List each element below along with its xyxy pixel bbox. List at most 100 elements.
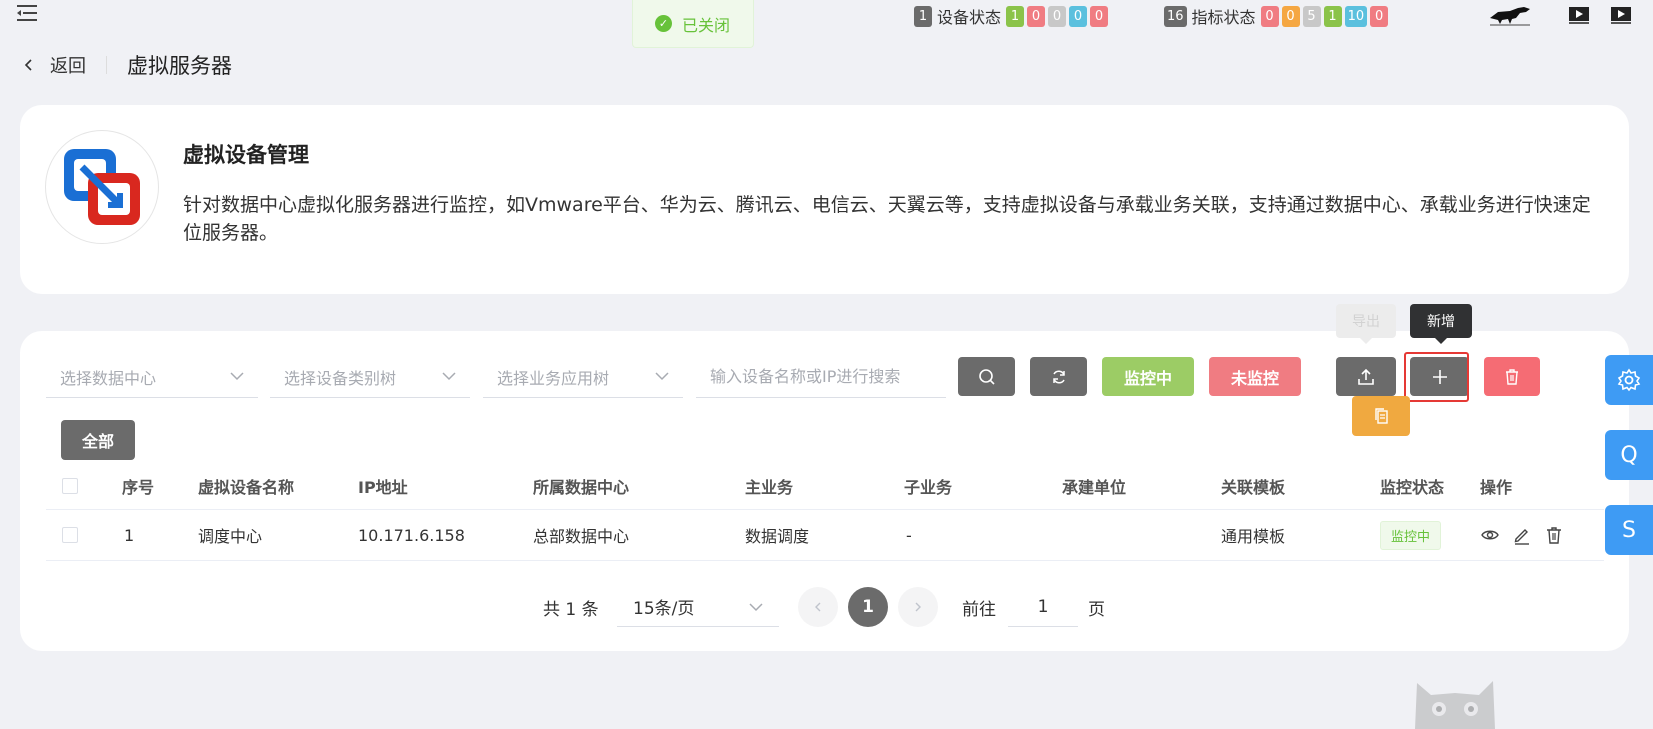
next-page-button[interactable]: [898, 587, 938, 627]
video-play-icon[interactable]: [1610, 6, 1632, 24]
metric-status-label: 指标状态: [1191, 8, 1256, 27]
search-button[interactable]: [958, 357, 1015, 396]
main-business-cell: 数据调度: [745, 527, 810, 546]
edit-icon[interactable]: [1512, 525, 1532, 545]
trash-icon: [1506, 368, 1518, 385]
datacenter-select[interactable]: 选择数据中心: [46, 356, 258, 398]
refresh-button[interactable]: [1030, 357, 1087, 396]
metric-count-badge: 5: [1302, 5, 1321, 27]
page-size-value: 15条/页: [633, 599, 695, 619]
eye-icon[interactable]: [1480, 525, 1500, 545]
monitoring-filter-button[interactable]: 监控中: [1102, 357, 1194, 396]
device-count-badge: 0: [1069, 5, 1088, 27]
column-header: 监控状态: [1380, 477, 1445, 497]
s-side-button[interactable]: S: [1605, 505, 1653, 555]
video-play-icon[interactable]: [1568, 6, 1590, 24]
breadcrumb-divider: [106, 56, 107, 74]
toast-text: 已关闭: [682, 15, 731, 35]
back-link[interactable]: 返回: [50, 52, 86, 78]
page-size-select[interactable]: 15条/页: [617, 587, 779, 627]
add-tooltip: 新增: [1410, 304, 1472, 344]
column-header: 序号: [122, 477, 155, 497]
gear-icon: [1617, 368, 1641, 392]
ip-address: 10.171.6.158: [358, 525, 465, 545]
info-card: 虚拟设备管理 针对数据中心虚拟化服务器进行监控，如Vmware平台、华为云、腾讯…: [20, 105, 1629, 294]
export-button[interactable]: [1336, 357, 1396, 396]
search-input-wrapper: [696, 356, 946, 398]
page-title: 虚拟服务器: [127, 54, 232, 78]
chevron-down-icon: [655, 372, 669, 381]
device-name: 调度中心: [198, 527, 263, 546]
vmware-logo-icon: [45, 130, 159, 244]
chevron-down-icon: [230, 372, 244, 381]
pagination-total: 共 1 条: [543, 599, 599, 620]
datacenter-select-placeholder: 选择数据中心: [60, 368, 157, 388]
device-count-badge: 0: [1048, 5, 1067, 27]
column-header: 所属数据中心: [533, 477, 630, 497]
device-status-label: 设备状态: [937, 8, 1002, 27]
cat-mascot-icon: [1415, 681, 1495, 729]
dinosaur-logo-icon: [1490, 7, 1530, 26]
column-header: 虚拟设备名称: [198, 477, 295, 497]
row-checkbox[interactable]: [62, 527, 78, 543]
device-total-badge: 1: [914, 5, 932, 27]
select-all-checkbox[interactable]: [62, 477, 78, 494]
chevron-right-icon: [915, 602, 921, 612]
top-bar: ✓ 已关闭 1 设备状态 1 0 0 0 0 16 指标状态 0 0 5 1 1…: [0, 0, 1653, 48]
breadcrumb: 返回 虚拟服务器: [22, 50, 232, 80]
chevron-left-icon: [815, 602, 821, 612]
all-filter-button[interactable]: 全部: [61, 420, 135, 460]
upload-icon: [1358, 368, 1374, 385]
device-count-badge: 0: [1090, 5, 1109, 27]
goto-page-input[interactable]: 1: [1008, 587, 1078, 627]
business-select[interactable]: 选择业务应用树: [483, 356, 683, 398]
goto-label: 前往: [962, 599, 996, 620]
refresh-icon: [1052, 369, 1065, 384]
row-index: 1: [124, 525, 135, 545]
prev-page-button[interactable]: [798, 587, 838, 627]
info-title: 虚拟设备管理: [183, 143, 309, 167]
not-monitoring-filter-button[interactable]: 未监控: [1209, 357, 1301, 396]
column-header: 承建单位: [1062, 477, 1127, 497]
toast-closed: ✓ 已关闭: [632, 0, 754, 48]
column-header: 操作: [1480, 477, 1513, 497]
device-type-select[interactable]: 选择设备类别树: [270, 356, 470, 398]
metric-count-badge: 10: [1344, 5, 1368, 27]
page-unit-label: 页: [1088, 599, 1105, 620]
chevron-down-icon: [749, 603, 763, 612]
copy-icon: [1375, 408, 1388, 424]
export-tooltip: 导出: [1336, 304, 1396, 344]
success-check-icon: ✓: [655, 15, 672, 32]
device-count-badge: 0: [1027, 5, 1046, 27]
sub-business-cell: -: [906, 525, 912, 545]
trash-icon[interactable]: [1544, 525, 1564, 545]
chevron-left-icon[interactable]: [22, 58, 36, 72]
metric-total-badge: 16: [1164, 5, 1187, 27]
chevron-down-icon: [442, 372, 456, 381]
metric-status-group[interactable]: 16 指标状态 0 0 5 1 10 0: [1164, 5, 1391, 27]
status-badge: 监控中: [1380, 520, 1442, 550]
column-header: 主业务: [745, 477, 794, 497]
current-page-button[interactable]: 1: [848, 587, 888, 627]
datacenter-cell: 总部数据中心: [533, 527, 630, 546]
column-header: 子业务: [904, 477, 953, 497]
template-cell: 通用模板: [1221, 527, 1286, 546]
table-row[interactable]: 1 调度中心 10.171.6.158 总部数据中心 数据调度 - 通用模板 监…: [46, 510, 1604, 561]
search-icon: [978, 368, 995, 385]
batch-delete-button[interactable]: [1484, 357, 1540, 396]
business-select-placeholder: 选择业务应用树: [497, 368, 610, 388]
q-side-button[interactable]: Q: [1605, 430, 1653, 480]
search-input[interactable]: [710, 367, 946, 386]
column-header: 关联模板: [1221, 477, 1286, 497]
device-count-badge: 1: [1006, 5, 1025, 27]
device-type-select-placeholder: 选择设备类别树: [284, 368, 397, 388]
metric-count-badge: 1: [1323, 5, 1342, 27]
info-description: 针对数据中心虚拟化服务器进行监控，如Vmware平台、华为云、腾讯云、电信云、天…: [183, 194, 1591, 244]
table-header: 序号 虚拟设备名称 IP地址 所属数据中心 主业务 子业务 承建单位 关联模板 …: [46, 462, 1604, 510]
settings-side-button[interactable]: [1605, 355, 1653, 405]
metric-count-badge: 0: [1260, 5, 1279, 27]
copy-button[interactable]: [1352, 396, 1410, 436]
menu-fold-icon[interactable]: [16, 4, 38, 22]
metric-count-badge: 0: [1370, 5, 1389, 27]
device-status-group[interactable]: 1 设备状态 1 0 0 0 0: [914, 5, 1111, 27]
